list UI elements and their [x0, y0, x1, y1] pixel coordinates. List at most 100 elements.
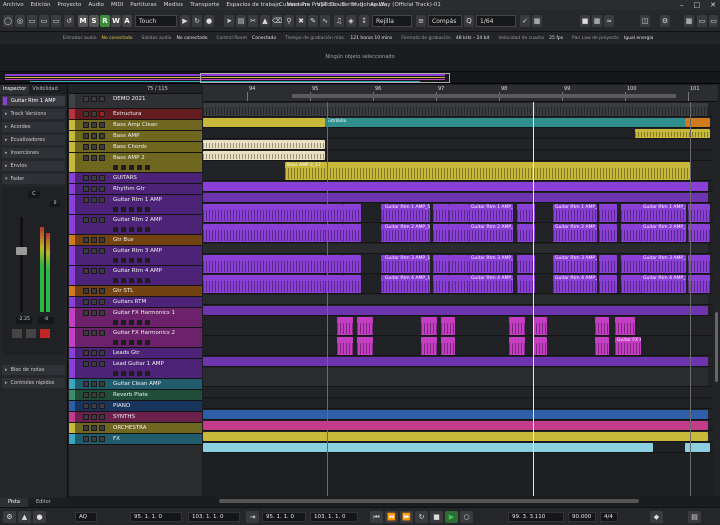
mix-icon[interactable]: ▭ — [709, 15, 718, 27]
track-rec-icon[interactable] — [99, 175, 105, 181]
track-header-row[interactable]: Guitar Rtm 2 AMP — [69, 215, 202, 235]
audio-event[interactable] — [337, 317, 353, 335]
audio-event[interactable]: Guitar FX Ha — [615, 337, 641, 355]
mode-display[interactable]: AQ — [75, 512, 97, 522]
track-control-icon[interactable] — [121, 278, 126, 283]
pan-value[interactable]: C — [28, 191, 40, 198]
mute-all-button[interactable]: M — [78, 15, 88, 27]
history-icon[interactable]: ↺ — [64, 15, 74, 27]
menu-item-audio[interactable]: Audio — [88, 2, 104, 8]
track-control-icon[interactable] — [129, 340, 134, 345]
audio-event[interactable] — [433, 255, 449, 273]
draw-icon[interactable]: ✎ — [308, 15, 318, 27]
audio-event[interactable] — [599, 224, 617, 242]
audio-event[interactable] — [688, 255, 710, 273]
track-mute-icon[interactable] — [83, 144, 89, 150]
tempo-display[interactable]: 90.000 — [568, 512, 596, 522]
track-color-icon[interactable]: ■ — [580, 15, 590, 27]
track-solo-icon[interactable] — [91, 350, 97, 356]
cycle-icon[interactable]: ↻ — [192, 15, 202, 27]
panel-icon[interactable]: ▤ — [688, 511, 701, 523]
scroll-thumb[interactable] — [219, 499, 639, 503]
section-inserts[interactable]: ▸ Inserciones — [2, 148, 65, 158]
track-color-strip[interactable] — [69, 215, 75, 234]
audio-event[interactable] — [203, 103, 708, 116]
audio-event[interactable] — [449, 204, 469, 222]
track-control-icon[interactable] — [113, 207, 118, 212]
cycle-toggle-icon[interactable]: ↻ — [415, 511, 428, 523]
track-lane[interactable] — [203, 243, 713, 254]
right-locator[interactable]: 103. 1. 1. 0 — [188, 512, 240, 522]
audio-event[interactable] — [449, 275, 469, 293]
settings-icon[interactable]: ⚙ — [3, 511, 16, 523]
audio-event[interactable] — [203, 306, 708, 315]
menu-item-transporte[interactable]: Transporte — [190, 2, 219, 8]
track-lane[interactable]: Guitar Rtm 4 AMP_1 Guitar Rtm 4 AMP_1 Guit… — [203, 274, 713, 294]
track-control-icon[interactable] — [113, 371, 118, 376]
track-header-row[interactable]: SYNTHS — [69, 412, 202, 423]
track-lane[interactable]: Guitar Rtm 1 AMP_5 Guitar Rtm 1 AMP_5 Guit… — [203, 203, 713, 223]
menu-item-hub[interactable]: Hub — [352, 2, 363, 8]
track-mute-icon[interactable] — [83, 237, 89, 243]
track-header-row[interactable]: FX — [69, 434, 202, 445]
track-mute-icon[interactable] — [83, 361, 89, 367]
audio-event[interactable] — [203, 421, 708, 430]
audio-event[interactable] — [599, 204, 617, 222]
track-mute-icon[interactable] — [83, 403, 89, 409]
track-solo-icon[interactable] — [91, 361, 97, 367]
read-automation-button[interactable]: R — [100, 15, 110, 27]
track-color-strip[interactable] — [69, 379, 75, 389]
track-color-strip[interactable] — [69, 94, 75, 108]
position-display[interactable]: 99. 3. 3.110 — [508, 512, 564, 522]
track-lane[interactable] — [203, 102, 713, 117]
track-control-icon[interactable] — [121, 371, 126, 376]
track-mute-icon[interactable] — [83, 217, 89, 223]
track-mute-icon[interactable] — [83, 299, 89, 305]
track-control-icon[interactable] — [129, 227, 134, 232]
track-rec-icon[interactable] — [99, 403, 105, 409]
erase-icon[interactable]: ⌫ — [272, 15, 282, 27]
fader-handle[interactable] — [16, 247, 27, 255]
track-control-icon[interactable] — [113, 165, 118, 170]
audio-event[interactable] — [449, 255, 469, 273]
track-lane[interactable] — [203, 192, 713, 203]
activate-project-icon[interactable]: ◯ — [3, 15, 13, 27]
track-mute-icon[interactable] — [83, 414, 89, 420]
forward-icon[interactable]: ⏩ — [400, 511, 413, 523]
panel-right-icon[interactable]: ▭ — [51, 15, 61, 27]
track-color-strip[interactable] — [69, 412, 75, 422]
track-solo-icon[interactable] — [91, 96, 97, 102]
track-rec-icon[interactable] — [99, 310, 105, 316]
section-chords[interactable]: ▸ Acordes — [2, 122, 65, 132]
audio-event[interactable] — [421, 337, 437, 355]
track-control-icon[interactable] — [145, 340, 150, 345]
grid-icon[interactable]: ▦ — [592, 15, 602, 27]
section-eq[interactable]: ▸ Ecualizadores — [2, 135, 65, 145]
audio-event[interactable] — [595, 337, 609, 355]
section-fader[interactable]: ▾ Fader — [2, 174, 65, 184]
tab-track[interactable]: Pista — [0, 498, 28, 507]
play-icon[interactable]: ▶ — [180, 15, 190, 27]
track-color-strip[interactable] — [69, 308, 75, 327]
track-rec-icon[interactable] — [99, 155, 105, 161]
track-header-row[interactable]: Guitar Rtm 4 AMP — [69, 266, 202, 286]
track-header-row[interactable]: PIANO — [69, 401, 202, 412]
go-start-icon[interactable]: ⏮ — [370, 511, 383, 523]
track-rec-icon[interactable] — [99, 288, 105, 294]
track-solo-icon[interactable] — [91, 237, 97, 243]
track-control-icon[interactable] — [137, 207, 142, 212]
track-solo-icon[interactable] — [91, 144, 97, 150]
panel-bottom-icon[interactable]: ▭ — [39, 15, 49, 27]
inspector-track-name[interactable]: Guitar Rtm 1 AMP — [2, 96, 65, 106]
track-solo-icon[interactable] — [91, 217, 97, 223]
audio-event[interactable] — [203, 275, 325, 293]
quantize-value-select[interactable]: 1/64 — [476, 15, 516, 27]
menu-item-proyecto[interactable]: Proyecto — [57, 2, 81, 8]
track-lane[interactable]: Guitar Rtm 2 AMP_5 Guitar Rtm 2 AMP_5 Guit… — [203, 223, 713, 243]
apply-quantize-icon[interactable]: ✓ — [520, 15, 530, 27]
punch-in-icon[interactable]: ⇥ — [246, 511, 259, 523]
section-notepad[interactable]: ▸ Bloc de notas — [2, 365, 65, 375]
audio-event[interactable] — [533, 317, 547, 335]
grid-type-select[interactable]: Rejilla — [372, 15, 412, 27]
track-solo-icon[interactable] — [91, 381, 97, 387]
